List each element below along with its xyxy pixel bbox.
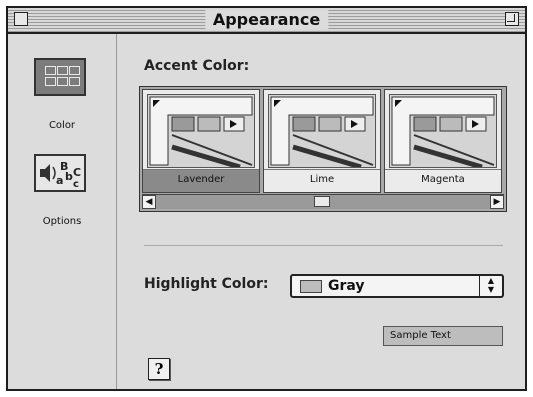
grid-cell [69, 66, 80, 75]
accent-swatch-magenta[interactable]: Magenta [384, 89, 502, 193]
svg-text:a: a [56, 174, 63, 187]
category-label-options[interactable]: Options [8, 216, 116, 227]
scroll-right-arrow-icon[interactable]: ▶ [490, 195, 504, 209]
accent-color-heading: Accent Color: [144, 58, 250, 74]
section-divider [144, 245, 503, 246]
swatch-label: Magenta [421, 174, 465, 185]
close-box[interactable] [14, 12, 28, 26]
popup-arrows-icon: ▲ ▼ [479, 276, 502, 296]
grid-cell [69, 77, 80, 86]
grid-cell [45, 77, 56, 86]
color-grid-icon[interactable] [34, 58, 86, 96]
scroll-thumb[interactable] [314, 196, 330, 207]
category-sidebar: Color B a b C c Options [8, 34, 117, 389]
swatch-preview [389, 94, 497, 170]
swatch-label: Lime [309, 174, 335, 185]
svg-text:b: b [65, 170, 73, 183]
grid-cell [57, 77, 68, 86]
highlight-color-popup[interactable]: Gray ▲ ▼ [290, 274, 504, 298]
svg-text:c: c [73, 179, 79, 190]
zoom-box[interactable] [505, 12, 519, 26]
sample-text-preview: Sample Text [383, 326, 503, 346]
swatch-preview [147, 94, 255, 170]
swatch-label: Lavender [177, 174, 225, 185]
sound-letters-icon: B a b C c [40, 160, 81, 190]
highlight-color-label: Highlight Color: [144, 276, 269, 292]
sound-letters-icon[interactable]: B a b C c [34, 154, 86, 192]
grid-cell [45, 66, 56, 75]
swatch-scrollbar[interactable]: ◀ ▶ [142, 194, 504, 209]
help-button[interactable]: ? [148, 358, 170, 380]
highlight-color-value: Gray [328, 278, 365, 294]
appearance-window: Appearance Color B a b C c Options Accen… [6, 6, 527, 391]
title-bar[interactable]: Appearance [8, 8, 525, 34]
window-title: Appearance [204, 10, 329, 29]
highlight-swatch [300, 280, 322, 293]
accent-swatch-lime[interactable]: Lime [263, 89, 381, 193]
accent-swatch-strip: Lavender Lime Magenta ◀ ▶ [139, 86, 507, 212]
scroll-left-arrow-icon[interactable]: ◀ [142, 195, 156, 209]
grid-cell [57, 66, 68, 75]
svg-text:C: C [73, 166, 81, 179]
accent-swatch-lavender[interactable]: Lavender [142, 89, 260, 193]
swatch-preview [268, 94, 376, 170]
category-label-color[interactable]: Color [8, 120, 116, 131]
